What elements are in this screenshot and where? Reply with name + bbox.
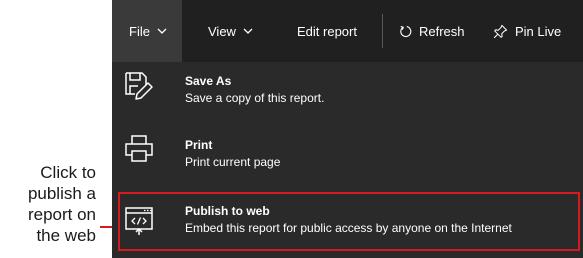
edit-report-label: Edit report xyxy=(297,23,357,39)
menu-item-print[interactable]: Print Print current page xyxy=(112,126,583,190)
print-icon xyxy=(125,135,153,162)
menu-item-save-as[interactable]: Save As Save a copy of this report. xyxy=(112,62,583,126)
save-as-icon xyxy=(125,72,153,100)
publish-to-web-icon xyxy=(125,207,153,235)
refresh-button[interactable]: Refresh xyxy=(399,0,465,62)
save-as-description: Save a copy of this report. xyxy=(185,91,325,105)
publish-to-web-title: Publish to web xyxy=(185,204,270,218)
toolbar-separator xyxy=(382,14,383,48)
print-description: Print current page xyxy=(185,155,281,169)
callout-text: Click to publish a report on the web xyxy=(0,162,96,246)
pin-live-label: Pin Live xyxy=(515,23,562,39)
edit-report-button[interactable]: Edit report xyxy=(297,0,357,62)
file-menu-button[interactable]: File xyxy=(112,0,182,62)
menu-bar: File View Edit report Refresh Pin Live xyxy=(112,0,583,62)
callout-line-2: publish a xyxy=(27,184,96,203)
pin-live-button[interactable]: Pin Live xyxy=(493,0,561,62)
print-title: Print xyxy=(185,138,213,152)
save-as-title: Save As xyxy=(185,74,232,88)
view-menu-button[interactable]: View xyxy=(208,0,253,62)
publish-to-web-description: Embed this report for public access by a… xyxy=(185,221,512,235)
chevron-down-icon xyxy=(157,28,167,34)
refresh-icon xyxy=(400,25,412,37)
file-menu-label: File xyxy=(129,23,150,39)
menu-item-publish-to-web[interactable]: Publish to web Embed this report for pub… xyxy=(112,192,583,251)
chevron-down-icon xyxy=(243,28,253,34)
callout-line-3: report on xyxy=(27,205,96,224)
refresh-label: Refresh xyxy=(419,23,465,39)
pin-icon xyxy=(493,24,508,38)
callout-line-1: Click to xyxy=(40,163,96,182)
report-window: File View Edit report Refresh Pin Live S… xyxy=(112,0,583,258)
callout-line-4: the web xyxy=(36,226,96,245)
view-menu-label: View xyxy=(208,23,236,39)
